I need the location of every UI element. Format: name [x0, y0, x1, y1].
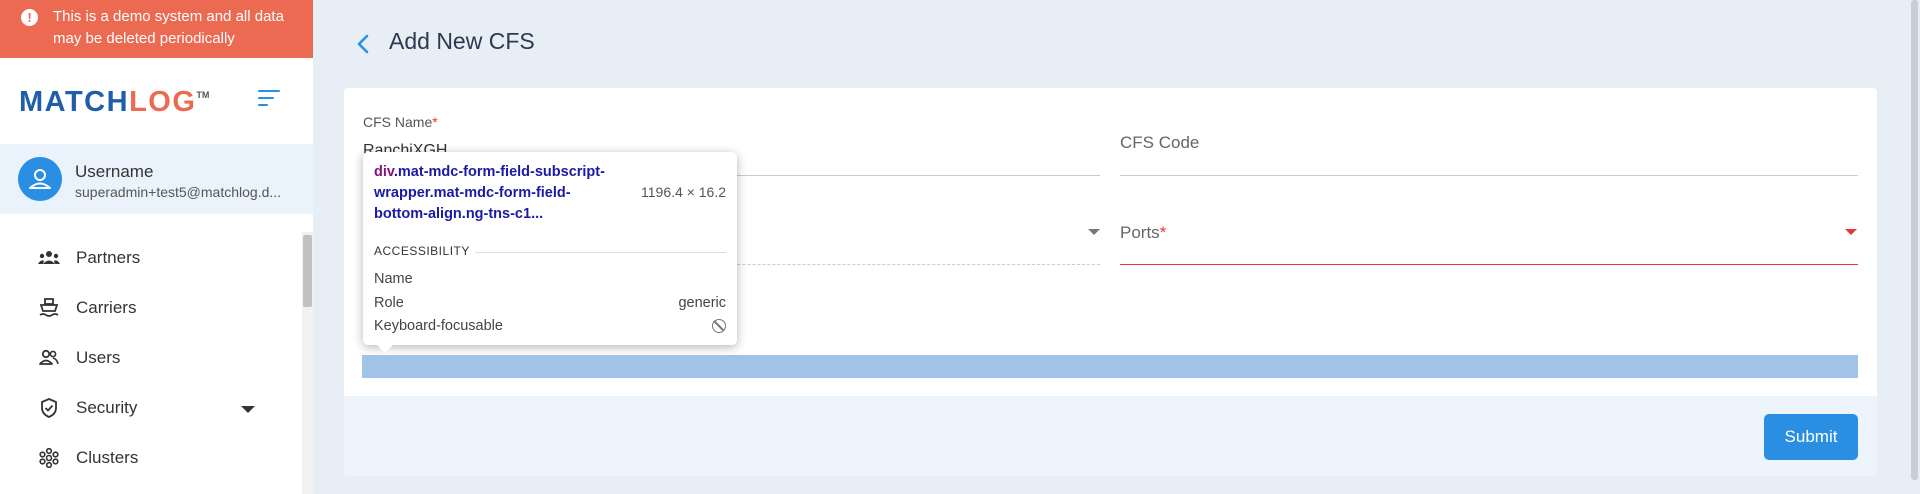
back-arrow-icon[interactable] — [352, 32, 376, 56]
tooltip-row-key: Name — [374, 271, 413, 287]
sidebar-scrollbar-thumb[interactable] — [303, 235, 312, 307]
devtools-inspect-tooltip: div.mat-mdc-form-field-subscript-wrapper… — [363, 152, 737, 353]
tooltip-row-key: Keyboard-focusable — [374, 318, 503, 334]
partners-icon — [38, 251, 60, 264]
menu-toggle-icon[interactable] — [258, 88, 284, 110]
tooltip-row-value: generic — [678, 295, 726, 311]
tooltip-section-heading: ACCESSIBILITY — [374, 244, 470, 258]
demo-banner-text: This is a demo system and all data may b… — [53, 8, 284, 47]
cfs-code-input[interactable]: CFS Code — [1120, 133, 1199, 153]
sidebar-item-label: Clusters — [76, 448, 139, 467]
cfs-name-label-text: CFS Name — [363, 114, 433, 130]
users-icon — [39, 349, 59, 365]
sidebar-item-label: Partners — [76, 248, 141, 267]
shield-icon — [41, 398, 57, 418]
tooltip-row-name: Name — [374, 271, 726, 287]
sidebar-item-label: Carriers — [76, 298, 137, 317]
not-allowed-icon — [712, 319, 726, 333]
tooltip-selector-classes: .mat-mdc-form-field-subscript-wrapper.ma… — [374, 164, 605, 222]
sidebar-item-clusters[interactable]: Clusters — [38, 440, 278, 476]
submit-button[interactable]: Submit — [1764, 414, 1858, 460]
logo-trademark: TM — [196, 90, 210, 100]
tooltip-dimensions: 1196.4 × 16.2 — [641, 184, 726, 200]
sidebar: ! This is a demo system and all data may… — [0, 0, 313, 494]
page-title: Add New CFS — [389, 28, 535, 54]
alert-circle-icon: ! — [21, 9, 38, 26]
required-mark: * — [1159, 223, 1167, 242]
select-dropdown-arrow-icon[interactable] — [1088, 229, 1100, 235]
demo-banner: ! This is a demo system and all data may… — [0, 0, 313, 58]
sidebar-scrollbar[interactable] — [302, 232, 313, 494]
ship-icon — [39, 298, 59, 317]
ports-dropdown-arrow-icon[interactable] — [1845, 229, 1857, 235]
ports-label: Ports — [1120, 223, 1160, 242]
logo-part-match: MATCH — [19, 86, 130, 118]
ports-select[interactable]: Ports* — [1120, 223, 1166, 243]
devtools-element-highlight — [362, 355, 1858, 378]
user-email: superadmin+test5@matchlog.d... — [75, 184, 282, 200]
page-scrollbar-thumb[interactable] — [1911, 0, 1918, 480]
user-card[interactable]: Username superadmin+test5@matchlog.d... — [0, 144, 313, 214]
page-scrollbar[interactable] — [1908, 0, 1920, 494]
logo-part-log: LOG — [129, 86, 197, 118]
sidebar-item-users[interactable]: Users — [38, 340, 278, 376]
clusters-icon — [39, 448, 59, 468]
chevron-down-icon[interactable] — [241, 406, 255, 413]
cfs-code-underline — [1120, 175, 1858, 176]
tooltip-arrow — [377, 345, 393, 353]
sidebar-item-security[interactable]: Security — [38, 390, 278, 426]
ports-underline-error — [1120, 264, 1858, 265]
sidebar-item-carriers[interactable]: Carriers — [38, 290, 278, 326]
tooltip-row-key: Role — [374, 295, 404, 311]
logo[interactable]: MATCHLOGTM — [19, 86, 209, 119]
sidebar-item-label: Security — [76, 398, 138, 417]
tooltip-row-keyboard-focusable: Keyboard-focusable — [374, 318, 726, 334]
tooltip-divider — [475, 252, 726, 253]
sidebar-item-partners[interactable]: Partners — [38, 240, 278, 276]
user-icon — [29, 169, 51, 189]
tooltip-selector: div.mat-mdc-form-field-subscript-wrapper… — [374, 162, 624, 225]
tooltip-selector-tag: div — [374, 164, 394, 180]
user-name: Username — [75, 162, 154, 181]
sidebar-item-label: Users — [76, 348, 121, 367]
tooltip-row-role: Role generic — [374, 295, 726, 311]
form-footer — [344, 396, 1877, 476]
required-mark: * — [432, 114, 438, 130]
cfs-name-label: CFS Name* — [363, 114, 438, 130]
avatar — [18, 157, 62, 201]
